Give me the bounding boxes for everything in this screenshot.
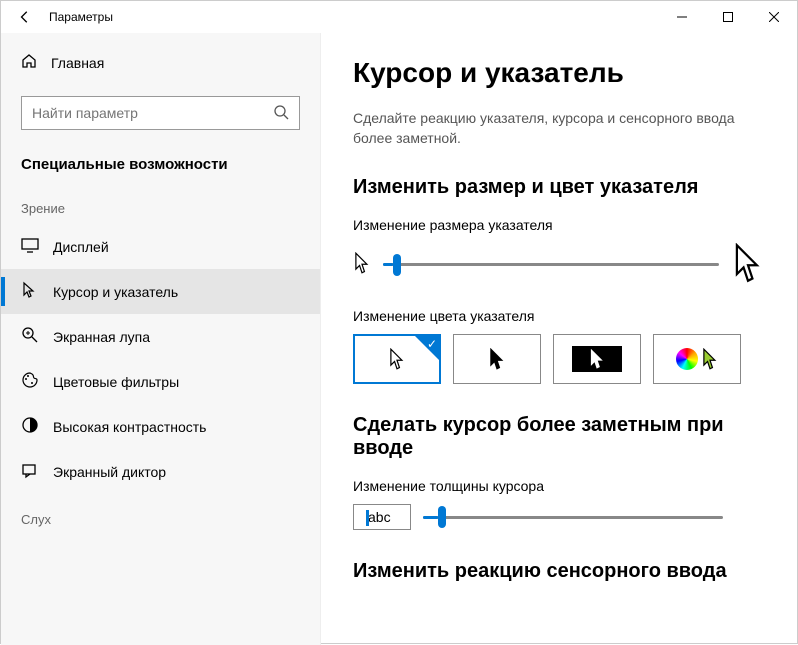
pointer-size-label: Изменение размера указателя <box>353 217 765 233</box>
back-button[interactable] <box>9 1 41 33</box>
cursor-thickness-label: Изменение толщины курсора <box>353 478 765 494</box>
maximize-button[interactable] <box>705 1 751 33</box>
main-content: Курсор и указатель Сделайте реакцию указ… <box>321 33 797 645</box>
home-label: Главная <box>51 55 104 71</box>
pointer-color-white[interactable]: ✓ <box>353 334 441 384</box>
cursor-icon <box>21 281 39 302</box>
page-title: Курсор и указатель <box>353 57 765 89</box>
home-icon <box>21 53 37 72</box>
section-touch-heading: Изменить реакцию сенсорного ввода <box>353 560 765 583</box>
sidebar-item-color-filters[interactable]: Цветовые фильтры <box>1 359 320 404</box>
magnifier-icon <box>21 326 39 347</box>
sidebar-item-label: Дисплей <box>53 239 109 255</box>
sidebar-item-label: Экранный диктор <box>53 464 166 480</box>
cursor-thickness-slider[interactable] <box>423 507 723 527</box>
sidebar-item-magnifier[interactable]: Экранная лупа <box>1 314 320 359</box>
search-input-wrap[interactable] <box>21 96 300 130</box>
pointer-size-slider[interactable] <box>383 255 719 275</box>
category-heading: Специальные возможности <box>1 146 320 183</box>
sidebar-item-cursor[interactable]: Курсор и указатель <box>1 269 320 314</box>
pointer-color-custom[interactable] <box>653 334 741 384</box>
search-input[interactable] <box>32 105 273 121</box>
pointer-color-label: Изменение цвета указателя <box>353 308 765 324</box>
contrast-icon <box>21 416 39 437</box>
sidebar: Главная Специальные возможности Зрение Д… <box>1 33 321 645</box>
pointer-color-black[interactable] <box>453 334 541 384</box>
sidebar-item-high-contrast[interactable]: Высокая контрастность <box>1 404 320 449</box>
narrator-icon <box>21 461 39 482</box>
window-title: Параметры <box>49 10 113 24</box>
cursor-small-icon <box>353 252 371 277</box>
sidebar-item-label: Экранная лупа <box>53 329 150 345</box>
pointer-color-inverted[interactable] <box>553 334 641 384</box>
search-icon <box>273 104 289 123</box>
sidebar-item-label: Высокая контрастность <box>53 419 206 435</box>
home-nav[interactable]: Главная <box>1 45 320 80</box>
sidebar-item-display[interactable]: Дисплей <box>1 224 320 269</box>
sidebar-item-label: Курсор и указатель <box>53 284 178 300</box>
color-wheel-icon <box>676 348 698 370</box>
cursor-thickness-preview: abc <box>353 504 411 530</box>
group-hearing: Слух <box>1 494 320 535</box>
group-vision: Зрение <box>1 183 320 224</box>
page-description: Сделайте реакцию указателя, курсора и се… <box>353 109 765 148</box>
sidebar-item-narrator[interactable]: Экранный диктор <box>1 449 320 494</box>
section-cursor-heading: Сделать курсор более заметным при вводе <box>353 414 765 460</box>
close-button[interactable] <box>751 1 797 33</box>
display-icon <box>21 236 39 257</box>
cursor-large-icon <box>731 243 765 286</box>
section-pointer-heading: Изменить размер и цвет указателя <box>353 176 765 199</box>
minimize-button[interactable] <box>659 1 705 33</box>
palette-icon <box>21 371 39 392</box>
sidebar-item-label: Цветовые фильтры <box>53 374 179 390</box>
